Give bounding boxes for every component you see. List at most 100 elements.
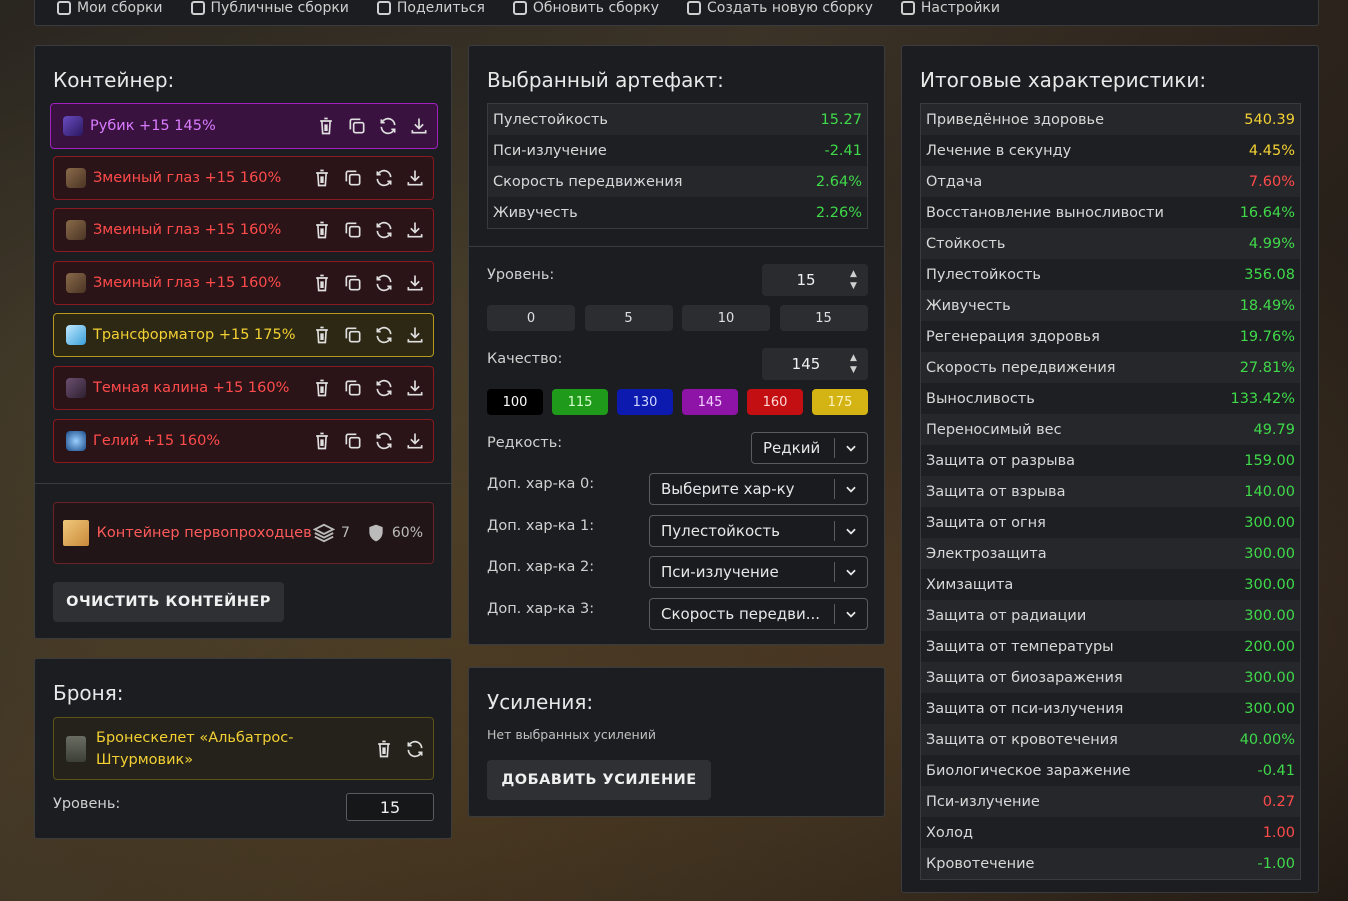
delete-artifact-button[interactable] [311,325,332,346]
artifact-row[interactable]: Трансформатор +15 175% [53,313,434,357]
total-stat-value: 4.45% [1248,142,1295,159]
level-preset-button[interactable]: 5 [584,305,673,331]
total-stat-value: 300.00 [1244,576,1295,593]
replace-artifact-button[interactable] [373,325,394,346]
replace-artifact-button[interactable] [373,168,394,189]
delete-artifact-button[interactable] [311,378,332,399]
swap-armor-button[interactable] [404,738,425,759]
quality-preset-button[interactable]: 115 [552,389,608,415]
delete-artifact-button[interactable] [311,220,332,241]
level-preset-button[interactable]: 10 [682,305,770,331]
replace-artifact-button[interactable] [373,431,394,452]
export-artifact-button[interactable] [404,168,425,189]
total-stat-value: 540.39 [1244,111,1295,128]
nav-item-2[interactable]: Поделиться [376,0,485,16]
total-stat-name: Лечение в секунду [926,142,1072,159]
replace-artifact-button[interactable] [373,378,394,399]
extra-stat-label: Доп. хар-ка 1: [487,517,595,534]
export-artifact-button[interactable] [404,431,425,452]
artifact-row[interactable]: Гелий +15 160% [53,419,434,463]
artifact-row[interactable]: Змеиный глаз +15 160% [53,156,434,200]
artifact-row[interactable]: Темная калина +15 160% [53,366,434,410]
level-preset-button[interactable]: 0 [487,305,575,331]
export-artifact-button[interactable] [404,273,425,294]
nav-item-0[interactable]: Мои сборки [57,0,163,16]
extra-stat-select[interactable]: Скорость передви... [649,597,868,630]
quality-preset-button[interactable]: 145 [682,389,738,415]
total-stat-row: Биологическое заражение -0.41 [921,755,1300,786]
total-stat-value: 4.99% [1248,235,1295,252]
copy-artifact-button[interactable] [342,273,363,294]
total-stat-name: Стойкость [926,235,1006,252]
quality-preset-button[interactable]: 130 [617,389,673,415]
delete-artifact-button[interactable] [311,431,332,452]
replace-artifact-button[interactable] [373,220,394,241]
refresh-icon [376,379,391,397]
total-stat-value: 18.49% [1239,297,1295,314]
extra-stat-select[interactable]: Выберите хар-ку [649,473,868,505]
artifact-row[interactable]: Рубик +15 145% [50,103,438,149]
export-artifact-button[interactable] [408,116,429,137]
copy-artifact-button[interactable] [342,325,363,346]
extra-stat-select[interactable]: Пулестойкость [649,514,868,547]
nav-item-1[interactable]: Публичные сборки [190,0,349,16]
delete-artifact-button[interactable] [311,168,332,189]
nav-item-5[interactable]: Настройки [900,0,1000,16]
refresh-icon [376,432,391,450]
export-artifact-button[interactable] [404,220,425,241]
copy-artifact-button[interactable] [342,431,363,452]
export-artifact-button[interactable] [404,325,425,346]
total-stat-value: 40.00% [1239,731,1295,748]
copy-artifact-button[interactable] [342,220,363,241]
delete-armor-button[interactable] [373,738,394,759]
delete-artifact-button[interactable] [315,116,336,137]
artifact-row[interactable]: Змеиный глаз +15 160% [53,261,434,305]
boosts-empty-text: Нет выбранных усилений [487,727,656,742]
up-arrow-icon[interactable]: ▲ [850,352,857,364]
total-stat-value: 7.60% [1248,173,1295,190]
armor-card[interactable]: Бронескелет «Альбатрос-Штурмовик» [53,717,434,780]
replace-artifact-button[interactable] [377,116,398,137]
total-stat-value: 140.00 [1244,483,1295,500]
delete-artifact-button[interactable] [311,273,332,294]
artifact-row[interactable]: Змеиный глаз +15 160% [53,208,434,252]
copy-artifact-button[interactable] [342,378,363,399]
download-icon [407,275,422,291]
clear-container-button[interactable]: ОЧИСТИТЬ КОНТЕЙНЕР [53,582,284,622]
selected-stats-table: Пулестойкость 15.27 Пси-излучение -2.41 Скор… [487,103,868,229]
total-stat-name: Выносливость [926,390,1035,407]
dark-viburnum-icon [66,378,86,398]
boosts-panel: Усиления: Нет выбранных усилений ДОБАВИТ… [468,667,885,817]
total-stat-value: 16.64% [1239,204,1295,221]
total-stat-name: Регенерация здоровья [926,328,1100,345]
replace-artifact-button[interactable] [373,273,394,294]
copy-artifact-button[interactable] [342,168,363,189]
extra-stat-select[interactable]: Пси-излучение [649,556,868,588]
total-stat-row: Защита от температуры 200.00 [921,631,1300,662]
container-card[interactable]: Контейнер первопроходцев 7 60% [53,502,434,564]
level-spinner[interactable]: 15 ▲ ▼ [762,264,868,296]
chevron-down-icon [846,528,856,535]
nav-item-3[interactable]: Обновить сборку [512,0,659,16]
rarity-select[interactable]: Редкий [751,432,868,464]
add-boost-button[interactable]: ДОБАВИТЬ УСИЛЕНИЕ [487,760,711,800]
up-arrow-icon[interactable]: ▲ [850,268,857,280]
nav-item-label: Обновить сборку [532,0,659,16]
armor-level-input[interactable]: 15 [346,793,434,821]
nav-item-4[interactable]: Создать новую сборку [686,0,873,16]
total-stat-name: Защита от пси-излучения [926,700,1124,717]
total-stat-value: 49.79 [1253,421,1295,438]
export-artifact-button[interactable] [404,378,425,399]
copy-artifact-button[interactable] [346,116,367,137]
quality-preset-button[interactable]: 160 [747,389,803,415]
total-stat-name: Защита от разрыва [926,452,1076,469]
down-arrow-icon[interactable]: ▼ [850,280,857,292]
down-arrow-icon[interactable]: ▼ [850,364,857,376]
quality-preset-button[interactable]: 175 [812,389,868,415]
quality-preset-button[interactable]: 100 [487,389,543,415]
level-preset-button[interactable]: 15 [779,305,868,331]
copy-icon [349,118,364,134]
quality-spinner[interactable]: 145 ▲ ▼ [762,348,868,380]
total-stat-name: Восстановление выносливости [926,204,1164,221]
total-stat-value: 27.81% [1239,359,1295,376]
